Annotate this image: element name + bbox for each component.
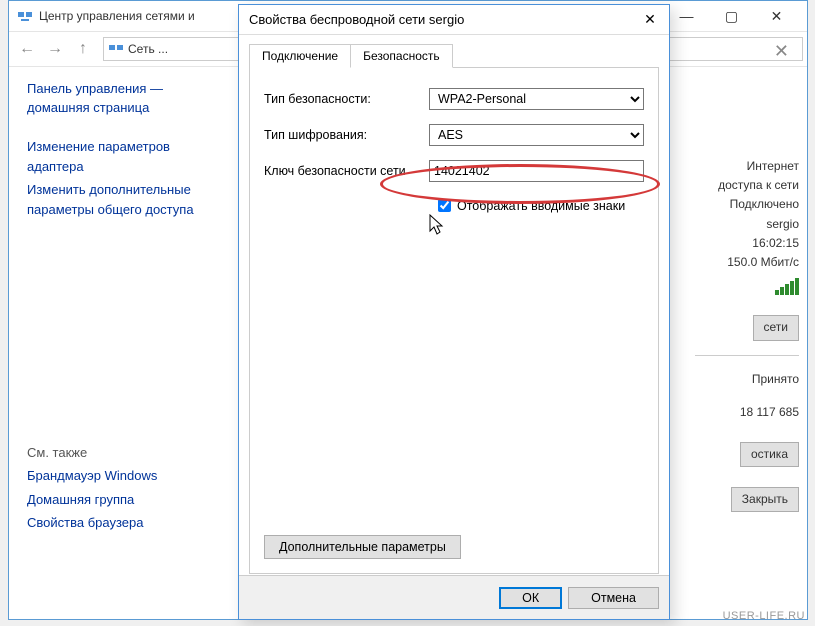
dialog-tabs: Подключение Безопасность bbox=[249, 43, 659, 68]
security-key-label: Ключ безопасности сети bbox=[264, 164, 429, 178]
wifi-properties-dialog: Свойства беспроводной сети sergio ✕ Подк… bbox=[238, 4, 670, 620]
signal-strength-icon bbox=[774, 276, 799, 295]
show-chars-checkbox[interactable] bbox=[438, 199, 451, 212]
tab-security-content: Тип безопасности: WPA2-Personal Тип шифр… bbox=[249, 68, 659, 574]
encryption-type-select[interactable]: AES bbox=[429, 124, 644, 146]
security-key-input[interactable] bbox=[429, 160, 644, 182]
dialog-footer: ОК Отмена bbox=[239, 575, 669, 619]
close-status-button[interactable]: Закрыть bbox=[731, 487, 799, 512]
parent-window-controls: — ▢ ✕ bbox=[664, 1, 799, 31]
watermark: USER-LIFE.RU bbox=[723, 610, 805, 622]
ok-button[interactable]: ОК bbox=[499, 587, 562, 609]
status-state: Подключено bbox=[695, 195, 799, 214]
cancel-button[interactable]: Отмена bbox=[568, 587, 659, 609]
dialog-titlebar: Свойства беспроводной сети sergio ✕ bbox=[239, 5, 669, 35]
sidebar-see-also-heading: См. также bbox=[27, 445, 211, 460]
inner-close-icon[interactable]: ✕ bbox=[774, 41, 789, 62]
dialog-close-button[interactable]: ✕ bbox=[641, 11, 659, 29]
nav-up-button[interactable]: ↑ bbox=[69, 35, 97, 63]
received-label: Принято bbox=[695, 370, 799, 389]
status-ssid: sergio bbox=[695, 215, 799, 234]
sidebar-link-adapter[interactable]: Изменение параметров адаптера bbox=[27, 137, 211, 176]
received-value: 18 117 685 bbox=[695, 403, 799, 422]
tab-connection[interactable]: Подключение bbox=[249, 44, 351, 68]
security-type-select[interactable]: WPA2-Personal bbox=[429, 88, 644, 110]
nav-back-button[interactable]: ← bbox=[13, 35, 41, 63]
tab-security[interactable]: Безопасность bbox=[350, 44, 453, 68]
sidebar: Панель управления — домашняя страница Из… bbox=[9, 67, 229, 619]
show-chars-label: Отображать вводимые знаки bbox=[457, 199, 625, 213]
dialog-body: Подключение Безопасность Тип безопасност… bbox=[239, 35, 669, 575]
dialog-title: Свойства беспроводной сети sergio bbox=[249, 12, 641, 27]
encryption-type-label: Тип шифрования: bbox=[264, 128, 429, 142]
sidebar-link-homegroup[interactable]: Домашняя группа bbox=[27, 490, 211, 510]
breadcrumb-label: Сеть ... bbox=[128, 42, 168, 56]
status-access: доступа к сети bbox=[695, 176, 799, 195]
close-button[interactable]: ✕ bbox=[754, 1, 799, 31]
status-duration: 16:02:15 bbox=[695, 234, 799, 253]
sidebar-home-link-line2[interactable]: домашняя страница bbox=[27, 100, 211, 115]
advanced-settings-button[interactable]: Дополнительные параметры bbox=[264, 535, 461, 559]
network-center-icon bbox=[17, 8, 33, 24]
minimize-button[interactable]: — bbox=[664, 1, 709, 31]
network-button[interactable]: сети bbox=[753, 315, 799, 340]
maximize-button[interactable]: ▢ bbox=[709, 1, 754, 31]
sidebar-home-link-line1[interactable]: Панель управления — bbox=[27, 81, 211, 96]
status-internet: Интернет bbox=[695, 157, 799, 176]
nav-forward-button[interactable]: → bbox=[41, 35, 69, 63]
breadcrumb-icon bbox=[108, 41, 124, 57]
security-type-label: Тип безопасности: bbox=[264, 92, 429, 106]
mouse-cursor-icon bbox=[428, 214, 446, 241]
sidebar-link-browser[interactable]: Свойства браузера bbox=[27, 513, 211, 533]
status-speed: 150.0 Мбит/с bbox=[695, 253, 799, 272]
status-panel: Интернет доступа к сети Подключено sergi… bbox=[687, 67, 807, 619]
diagnostics-button[interactable]: остика bbox=[740, 442, 799, 467]
sidebar-link-firewall[interactable]: Брандмауэр Windows bbox=[27, 466, 211, 486]
sidebar-link-sharing[interactable]: Изменить дополнительные параметры общего… bbox=[27, 180, 211, 219]
